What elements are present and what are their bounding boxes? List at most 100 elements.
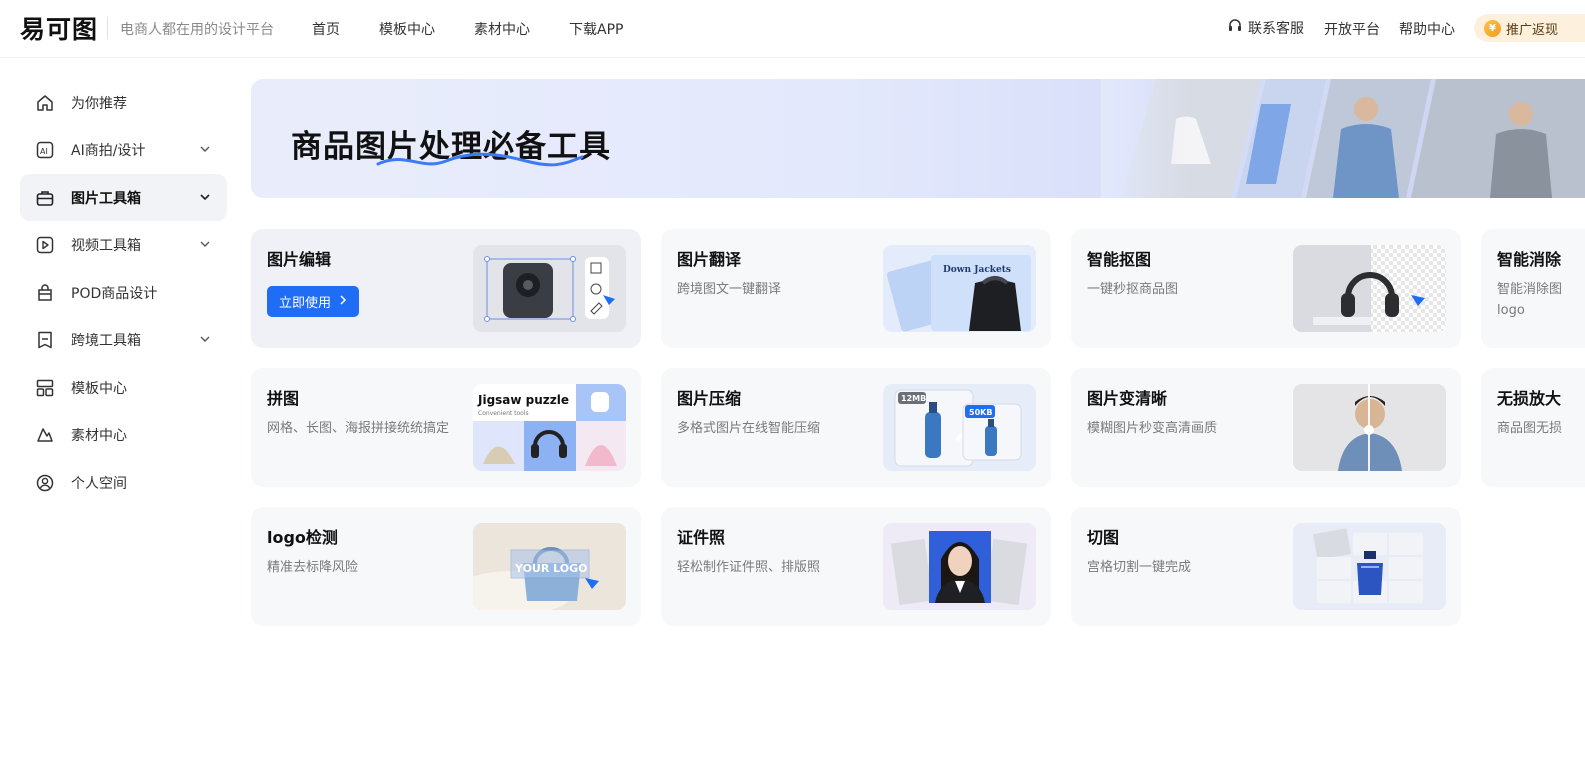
card-title: 智能消除 — [1497, 250, 1562, 269]
home-icon — [36, 94, 54, 112]
size-after-label: 50KB — [969, 408, 992, 417]
sidebar-item-personal-space[interactable]: 个人空间 — [20, 459, 227, 506]
card-title: 切图 — [1087, 528, 1120, 547]
card-thumbnail: YOUR LOGO — [473, 523, 626, 610]
card-title: 证件照 — [677, 528, 726, 547]
help-center-link[interactable]: 帮助中心 — [1399, 19, 1455, 39]
card-description: 网格、长图、海报拼接统统搞定 — [267, 421, 450, 436]
card-title: 智能抠图 — [1087, 250, 1152, 269]
card-thumbnail — [1293, 523, 1446, 610]
card-thumbnail: 12MB 50KB — [883, 384, 1036, 471]
swoosh-decoration — [376, 152, 584, 167]
use-now-button[interactable]: 立即使用 — [267, 286, 360, 317]
card-thumbnail — [883, 523, 1036, 610]
sidebar-item-template-center[interactable]: 模板中心 — [20, 364, 227, 411]
bag-icon — [36, 283, 54, 302]
card-description: 精准去标降风险 — [267, 560, 359, 575]
nav-materials[interactable]: 素材中心 — [474, 19, 530, 39]
tool-card-smart-erase[interactable]: 智能消除 智能消除图 logo — [1481, 229, 1585, 348]
headset-icon — [1227, 18, 1243, 38]
sidebar-item-label: 个人空间 — [71, 475, 127, 492]
card-title: 图片翻译 — [677, 250, 742, 269]
svg-text:AI: AI — [40, 147, 48, 156]
sidebar-item-label: POD商品设计 — [71, 285, 158, 302]
card-description: 多格式图片在线智能压缩 — [677, 421, 821, 436]
crossborder-icon — [36, 331, 54, 349]
card-title: 拼图 — [267, 389, 300, 408]
sidebar-item-label: 图片工具箱 — [71, 190, 141, 207]
sidebar-item-ai-design[interactable]: AI AI商拍/设计 — [20, 126, 227, 173]
card-description: 轻松制作证件照、排版照 — [677, 560, 821, 575]
thumb-subtitle: Convenient tools — [478, 410, 529, 417]
card-thumbnail: Jigsaw puzzle Convenient tools — [473, 384, 626, 471]
sidebar-item-material-center[interactable]: 素材中心 — [20, 411, 227, 458]
card-thumbnail — [1293, 245, 1446, 332]
sidebar-item-label: 模板中心 — [71, 380, 127, 397]
nav-home[interactable]: 首页 — [312, 19, 340, 39]
coin-icon: ¥ — [1484, 19, 1501, 37]
card-title: 图片压缩 — [677, 389, 742, 408]
template-icon — [36, 379, 54, 397]
shapes-icon — [36, 426, 54, 444]
top-header: 易可图 电商人都在用的设计平台 首页 模板中心 素材中心 下载APP 联系客服 … — [0, 0, 1585, 58]
thumb-title: Jigsaw puzzle — [477, 393, 569, 407]
logo-divider — [107, 17, 108, 39]
tool-card-logo-detect[interactable]: logo检测 精准去标降风险 YOUR LOGO — [251, 507, 641, 626]
hero-banner: 商品图片处理必备工具 — [251, 79, 1585, 198]
sidebar-item-crossborder-toolbox[interactable]: 跨境工具箱 — [20, 316, 227, 363]
chevron-down-icon — [200, 146, 210, 152]
support-link[interactable]: 联系客服 — [1227, 18, 1304, 38]
card-description: 智能消除图 logo — [1497, 282, 1563, 318]
sidebar-item-pod-design[interactable]: POD商品设计 — [20, 269, 227, 316]
nav-templates[interactable]: 模板中心 — [379, 19, 435, 39]
card-description: 商品图无损 — [1497, 421, 1563, 436]
open-platform-link[interactable]: 开放平台 — [1324, 19, 1380, 39]
logo-watermark-text: YOUR LOGO — [514, 562, 588, 575]
tool-card-slice[interactable]: 切图 宫格切割一键完成 — [1071, 507, 1461, 626]
sidebar-item-video-toolbox[interactable]: 视频工具箱 — [20, 221, 227, 268]
slogan: 电商人都在用的设计平台 — [120, 22, 274, 38]
size-before-label: 12MB — [901, 394, 926, 403]
sidebar-item-label: 视频工具箱 — [71, 237, 141, 254]
video-icon — [36, 236, 54, 254]
tool-card-jigsaw[interactable]: 拼图 网格、长图、海报拼接统统搞定 Jigsaw puzzle Convenie… — [251, 368, 641, 487]
ai-icon: AI — [36, 141, 54, 159]
card-thumbnail: Down Jackets — [883, 245, 1036, 332]
chevron-down-icon — [200, 241, 210, 247]
card-title: logo检测 — [267, 528, 338, 547]
thumb-label: Down Jackets — [943, 265, 1011, 275]
card-title: 图片编辑 — [267, 250, 332, 269]
toolbox-icon — [36, 189, 54, 207]
promo-label: 推广返现 — [1506, 22, 1559, 38]
use-now-label: 立即使用 — [279, 296, 332, 311]
card-title: 图片变清晰 — [1087, 389, 1168, 408]
promo-button[interactable]: ¥ 推广返现 — [1474, 14, 1585, 42]
card-description: 宫格切割一键完成 — [1087, 560, 1192, 575]
support-label: 联系客服 — [1248, 21, 1304, 37]
tool-card-smart-cutout[interactable]: 智能抠图 一键秒抠商品图 — [1071, 229, 1461, 348]
sidebar-item-label: 素材中心 — [71, 427, 127, 444]
tool-card-image-compress[interactable]: 图片压缩 多格式图片在线智能压缩 12MB 50KB — [661, 368, 1051, 487]
chevron-down-icon — [200, 336, 210, 342]
tool-card-image-edit[interactable]: 图片编辑 立即使用 — [251, 229, 641, 348]
banner-product-photos — [1101, 79, 1585, 198]
tool-card-lossless-upscale[interactable]: 无损放大 商品图无损 — [1481, 368, 1585, 487]
logo[interactable]: 易可图 — [20, 13, 99, 44]
sidebar-item-image-toolbox[interactable]: 图片工具箱 — [20, 174, 227, 221]
card-description: 跨境图文一键翻译 — [677, 282, 782, 297]
sidebar-item-label: 跨境工具箱 — [71, 332, 141, 349]
card-description: 模糊图片秒变高清画质 — [1087, 421, 1218, 436]
chevron-right-icon — [339, 294, 347, 309]
card-description: 一键秒抠商品图 — [1087, 282, 1179, 297]
sidebar-item-label: AI商拍/设计 — [71, 142, 146, 159]
tool-card-id-photo[interactable]: 证件照 轻松制作证件照、排版照 — [661, 507, 1051, 626]
card-thumbnail — [473, 245, 626, 332]
user-icon — [36, 474, 54, 492]
logo-text: 易可图 — [20, 15, 99, 44]
card-title: 无损放大 — [1497, 389, 1562, 408]
sidebar-item-label: 为你推荐 — [71, 95, 127, 112]
tool-card-image-translate[interactable]: 图片翻译 跨境图文一键翻译 Down Jackets — [661, 229, 1051, 348]
tool-card-image-sharpen[interactable]: 图片变清晰 模糊图片秒变高清画质 — [1071, 368, 1461, 487]
nav-download-app[interactable]: 下载APP — [569, 19, 623, 39]
sidebar-item-recommend[interactable]: 为你推荐 — [20, 79, 227, 126]
